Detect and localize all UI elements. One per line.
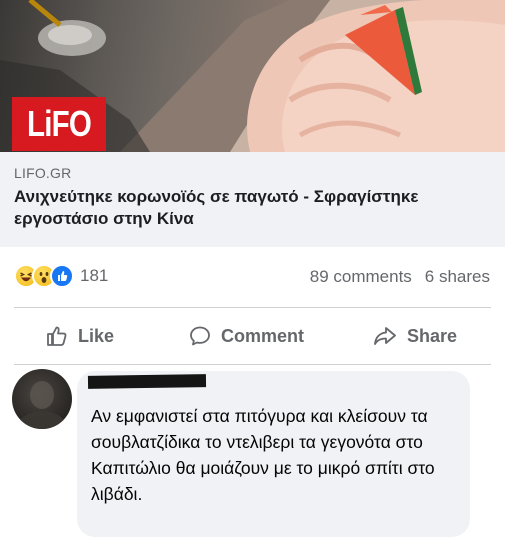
commenter-avatar[interactable] — [12, 369, 72, 429]
like-button[interactable]: Like — [45, 310, 114, 362]
comment-label: Comment — [221, 325, 305, 346]
share-label: Share — [407, 325, 458, 346]
like-reaction-icon — [50, 264, 74, 288]
actions-divider — [14, 364, 491, 365]
comments-count[interactable]: 89 comments — [310, 267, 412, 286]
comment-button[interactable]: Comment — [188, 310, 304, 362]
link-domain: LIFO.GR — [14, 165, 72, 181]
action-bar: Like Comment Share — [0, 310, 505, 362]
redacted-commenter-name — [87, 374, 207, 389]
share-button[interactable]: Share — [372, 310, 457, 362]
thumbs-up-icon — [47, 326, 67, 346]
article-image[interactable]: LiFO — [0, 0, 505, 152]
article-headline[interactable]: Ανιχνεύτηκε κορωνοϊός σε παγωτό - Σφραγί… — [14, 186, 494, 230]
reaction-summary[interactable]: 181 — [14, 264, 108, 288]
share-arrow-icon — [374, 327, 396, 345]
speech-bubble-icon — [190, 326, 210, 346]
lifo-logo-text: LiFO — [27, 103, 92, 144]
stats-divider — [14, 307, 491, 308]
engagement-counts: 89 comments 6 shares — [310, 267, 490, 287]
lifo-logo: LiFO — [12, 97, 106, 151]
shares-count[interactable]: 6 shares — [425, 267, 490, 286]
comment-text: Αν εμφανιστεί στα πιτόγυρα και κλείσουν … — [91, 406, 435, 504]
like-label: Like — [78, 325, 115, 346]
reaction-count: 181 — [80, 266, 109, 285]
